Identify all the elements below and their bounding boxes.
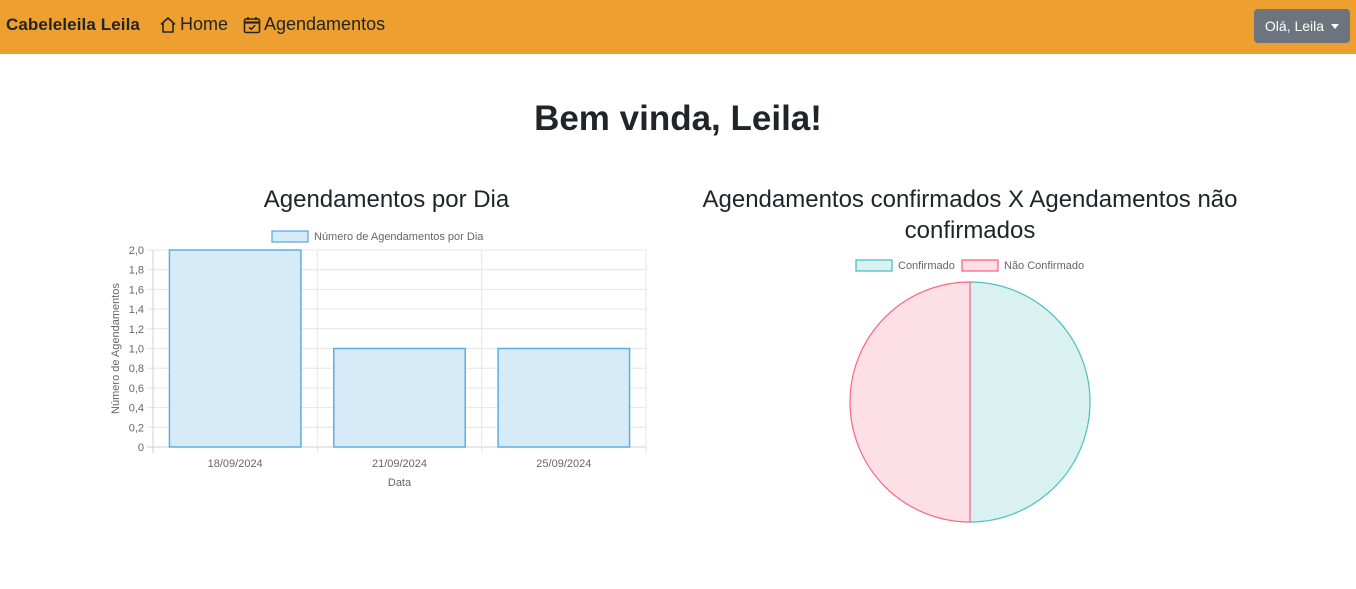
bar-x-axis-title: Data (388, 477, 412, 489)
bar-y-axis-title: Número de Agendamentos (110, 283, 122, 414)
nav-agendamentos-label: Agendamentos (264, 14, 386, 34)
nav-agendamentos-link[interactable]: Agendamentos (242, 14, 385, 35)
caret-down-icon (1331, 23, 1340, 29)
bar-x-tick-label: 21/09/2024 (372, 458, 427, 470)
user-menu-button[interactable]: Olá, Leila (1254, 9, 1350, 43)
bar-y-tick-label: 0,4 (129, 403, 144, 415)
brand-link[interactable]: Cabeleleila Leila (6, 15, 140, 35)
pie-slice-1[interactable] (969, 281, 1091, 523)
bar-legend-swatch (271, 230, 309, 243)
bar-legend[interactable]: Número de Agendamentos por Dia (271, 230, 484, 243)
bar-y-tick-label: 0 (138, 442, 144, 454)
bar-3[interactable] (497, 347, 631, 448)
bar-y-tick-label: 0,8 (129, 363, 144, 375)
bar-2[interactable] (333, 347, 466, 448)
bar-y-tick-label: 1,2 (129, 324, 144, 336)
bar-y-tick-label: 0,2 (129, 422, 144, 434)
bar-1[interactable] (168, 249, 302, 448)
calendar-check-icon (243, 16, 261, 33)
bar-chart-title: Agendamentos por Dia (263, 186, 510, 213)
bar-x-tick-label: 25/09/2024 (536, 458, 591, 470)
bar-y-tick-label: 1,0 (129, 344, 144, 356)
bar-chart: Número de Agendamentos por Dia 0 0,2 0,4 0,6… (110, 230, 647, 489)
navbar: Cabeleleila Leila Home Agendamentos Olá,… (0, 0, 1356, 54)
house-icon (160, 16, 176, 33)
pie-legend-item[interactable]: Confirmado (855, 259, 955, 272)
pie-legend-swatch (855, 259, 893, 272)
pie-legend-label: Confirmado (898, 260, 955, 272)
pie-chart-title: Agendamentos confirmados X Agendamentos … (702, 186, 1238, 244)
bar-y-tick-label: 1,8 (129, 265, 144, 277)
nav-home-link[interactable]: Home (158, 14, 228, 35)
page-title: Bem vinda, Leila! (534, 99, 822, 138)
bar-legend-label: Número de Agendamentos por Dia (314, 231, 484, 243)
bar-y-tick-label: 2,0 (129, 245, 144, 257)
pie-slice-2[interactable] (849, 281, 971, 523)
pie-legend-swatch (961, 259, 999, 272)
pie-legend-label: Não Confirmado (1004, 260, 1084, 272)
user-menu-label: Olá, Leila (1264, 18, 1325, 34)
bar-y-tick-label: 1,6 (129, 284, 144, 296)
pie-legend-item[interactable]: Não Confirmado (961, 259, 1084, 272)
bar-y-tick-label: 0,6 (129, 383, 144, 395)
pie-chart: Confirmado Não Confirmado (849, 259, 1091, 523)
bar-x-tick-label: 18/09/2024 (208, 458, 263, 470)
bar-y-tick-label: 1,4 (129, 304, 144, 316)
nav-home-label: Home (180, 14, 229, 34)
